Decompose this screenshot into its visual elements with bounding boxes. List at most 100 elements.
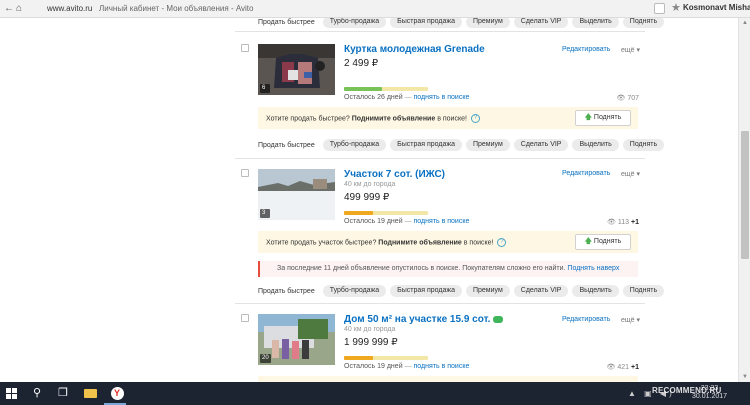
- help-icon[interactable]: ?: [470, 114, 480, 123]
- ad-distance: 40 км до города: [344, 326, 396, 333]
- file-explorer-icon[interactable]: [81, 385, 99, 402]
- view-counter: 👁 421 +1: [606, 364, 639, 371]
- task-view-icon[interactable]: ❐: [54, 385, 72, 402]
- home-icon[interactable]: ⌂: [16, 3, 22, 14]
- page-content: Продать быстрее Турбо-продажа Быстрая пр…: [0, 18, 738, 382]
- help-icon[interactable]: ?: [497, 238, 507, 247]
- ad-checkbox[interactable]: [241, 314, 249, 322]
- ad-photo[interactable]: 3: [258, 169, 335, 220]
- page-scrollbar[interactable]: ▲ ▼: [738, 18, 750, 382]
- turbo-sale-button[interactable]: Турбо-продажа: [322, 18, 387, 28]
- ad-photo[interactable]: 6: [258, 44, 335, 95]
- lift-in-search-link[interactable]: поднять в поиске: [414, 94, 470, 101]
- page-title: Личный кабинет - Мои объявления - Avito: [99, 4, 254, 13]
- profile-name[interactable]: Kosmonavt Misha: [683, 3, 750, 12]
- photo-count: 20: [260, 354, 271, 363]
- sell-faster-actions: Продать быстрее Турбо-продажа Быстрая пр…: [258, 284, 665, 298]
- edit-link[interactable]: Редактировать: [562, 170, 610, 177]
- yandex-browser-icon[interactable]: Y: [108, 385, 126, 402]
- promo-text: Хотите продать участок быстрее? Поднимит…: [266, 238, 507, 247]
- lift-pill-button[interactable]: Поднять: [622, 18, 665, 28]
- ad-photo[interactable]: 20: [258, 314, 335, 365]
- ad-price: 1 999 999 ₽: [344, 337, 398, 348]
- edit-link[interactable]: Редактировать: [562, 316, 610, 323]
- ad-title-link[interactable]: Куртка молодежная Grenade: [344, 44, 485, 55]
- scroll-thumb[interactable]: [741, 131, 749, 259]
- turbo-sale-button[interactable]: Турбо-продажа: [322, 139, 387, 151]
- remaining-days: Осталось 19 дней — поднять в поиске: [344, 218, 470, 225]
- sell-faster-label: Продать быстрее: [258, 18, 315, 26]
- more-menu[interactable]: ещё ▾: [621, 170, 640, 178]
- listing-time-progress: [344, 356, 428, 360]
- progress-fill: [344, 356, 374, 360]
- ad-title-link[interactable]: Дом 50 м² на участке 15.9 сот.: [344, 314, 504, 325]
- ad-checkbox[interactable]: [241, 169, 249, 177]
- photo-count: 6: [260, 84, 270, 93]
- make-vip-button[interactable]: Сделать VIP: [513, 285, 569, 297]
- lift-to-top-link[interactable]: Поднять наверх: [567, 265, 619, 272]
- listing-time-progress: [344, 211, 428, 215]
- windows-start-icon[interactable]: [6, 388, 17, 399]
- lift-in-search-link[interactable]: поднять в поиске: [414, 218, 470, 225]
- divider: [235, 303, 645, 304]
- lift-pill-button[interactable]: Поднять: [622, 285, 665, 297]
- eye-icon: 👁: [616, 95, 626, 102]
- browser-toolbar: ← ⌂ www.avito.ru Личный кабинет - Мои об…: [0, 0, 750, 18]
- verified-badge-icon: [493, 315, 504, 323]
- remaining-days: Осталось 26 дней — поднять в поиске: [344, 94, 470, 101]
- listing-time-progress: [344, 87, 428, 91]
- watermark: RECOMMEND.RU: [652, 386, 722, 395]
- bookmark-star-icon[interactable]: ★: [671, 1, 681, 14]
- scroll-down-icon[interactable]: ▼: [741, 373, 749, 381]
- drop-warning: За последние 11 дней объявление опустило…: [258, 261, 638, 277]
- premium-button[interactable]: Премиум: [465, 285, 510, 297]
- premium-button[interactable]: Премиум: [465, 18, 510, 28]
- divider: [235, 158, 645, 159]
- highlight-button[interactable]: Выделить: [572, 18, 619, 28]
- view-counter: 👁 113 +1: [607, 219, 639, 226]
- remaining-days: Осталось 19 дней — поднять в поиске: [344, 363, 470, 370]
- progress-fill: [344, 211, 374, 215]
- sell-faster-actions: Продать быстрее Турбо-продажа Быстрая пр…: [258, 138, 665, 152]
- photo-count: 3: [260, 209, 270, 218]
- more-menu[interactable]: ещё ▾: [621, 46, 640, 54]
- quick-sale-button[interactable]: Быстрая продажа: [390, 18, 462, 28]
- lift-in-search-link[interactable]: поднять в поиске: [414, 363, 470, 370]
- lift-pill-button[interactable]: Поднять: [622, 139, 665, 151]
- premium-button[interactable]: Премиум: [465, 139, 510, 151]
- warning-text: За последние 11 дней объявление опустило…: [277, 265, 566, 272]
- page-info-icon[interactable]: [654, 3, 665, 14]
- ad-checkbox[interactable]: [241, 44, 249, 52]
- arrow-up-icon: 🡅: [584, 238, 592, 245]
- make-vip-button[interactable]: Сделать VIP: [513, 139, 569, 151]
- promo-banner: Хотите продать быстрее? Поднимите объявл…: [258, 107, 638, 129]
- turbo-sale-button[interactable]: Турбо-продажа: [322, 285, 387, 297]
- url-host: www.avito.ru: [47, 4, 93, 13]
- view-counter: 👁 707: [616, 95, 639, 102]
- lift-button[interactable]: 🡅 Поднять: [575, 110, 631, 126]
- divider: [235, 31, 645, 32]
- eye-icon: 👁: [607, 219, 616, 226]
- ad-price: 499 999 ₽: [344, 192, 390, 203]
- progress-fill: [344, 87, 382, 91]
- arrow-up-icon: 🡅: [584, 114, 592, 121]
- highlight-button[interactable]: Выделить: [572, 285, 619, 297]
- back-arrow-icon[interactable]: ←: [4, 3, 14, 14]
- search-icon[interactable]: ⚲: [28, 385, 46, 402]
- address-bar[interactable]: www.avito.ru Личный кабинет - Мои объявл…: [47, 4, 253, 13]
- lift-button[interactable]: 🡅 Поднять: [575, 234, 631, 250]
- make-vip-button[interactable]: Сделать VIP: [513, 18, 569, 28]
- ad-price: 2 499 ₽: [344, 58, 379, 69]
- ad-distance: 40 км до города: [344, 181, 396, 188]
- highlight-button[interactable]: Выделить: [572, 139, 619, 151]
- more-menu[interactable]: ещё ▾: [621, 316, 640, 324]
- ads-list: Продать быстрее Турбо-продажа Быстрая пр…: [235, 18, 665, 382]
- quick-sale-button[interactable]: Быстрая продажа: [390, 139, 462, 151]
- ad-title-link[interactable]: Участок 7 сот. (ИЖС): [344, 169, 445, 180]
- windows-taskbar: ⚲ ❐ Y ▲ ▣ ◀) 23:33 30.01.2017: [0, 382, 750, 405]
- remaining-text: Осталось 26 дней: [344, 94, 403, 101]
- scroll-up-icon[interactable]: ▲: [741, 19, 749, 27]
- quick-sale-button[interactable]: Быстрая продажа: [390, 285, 462, 297]
- edit-link[interactable]: Редактировать: [562, 46, 610, 53]
- promo-banner: Хотите продать участок быстрее? Поднимит…: [258, 231, 638, 253]
